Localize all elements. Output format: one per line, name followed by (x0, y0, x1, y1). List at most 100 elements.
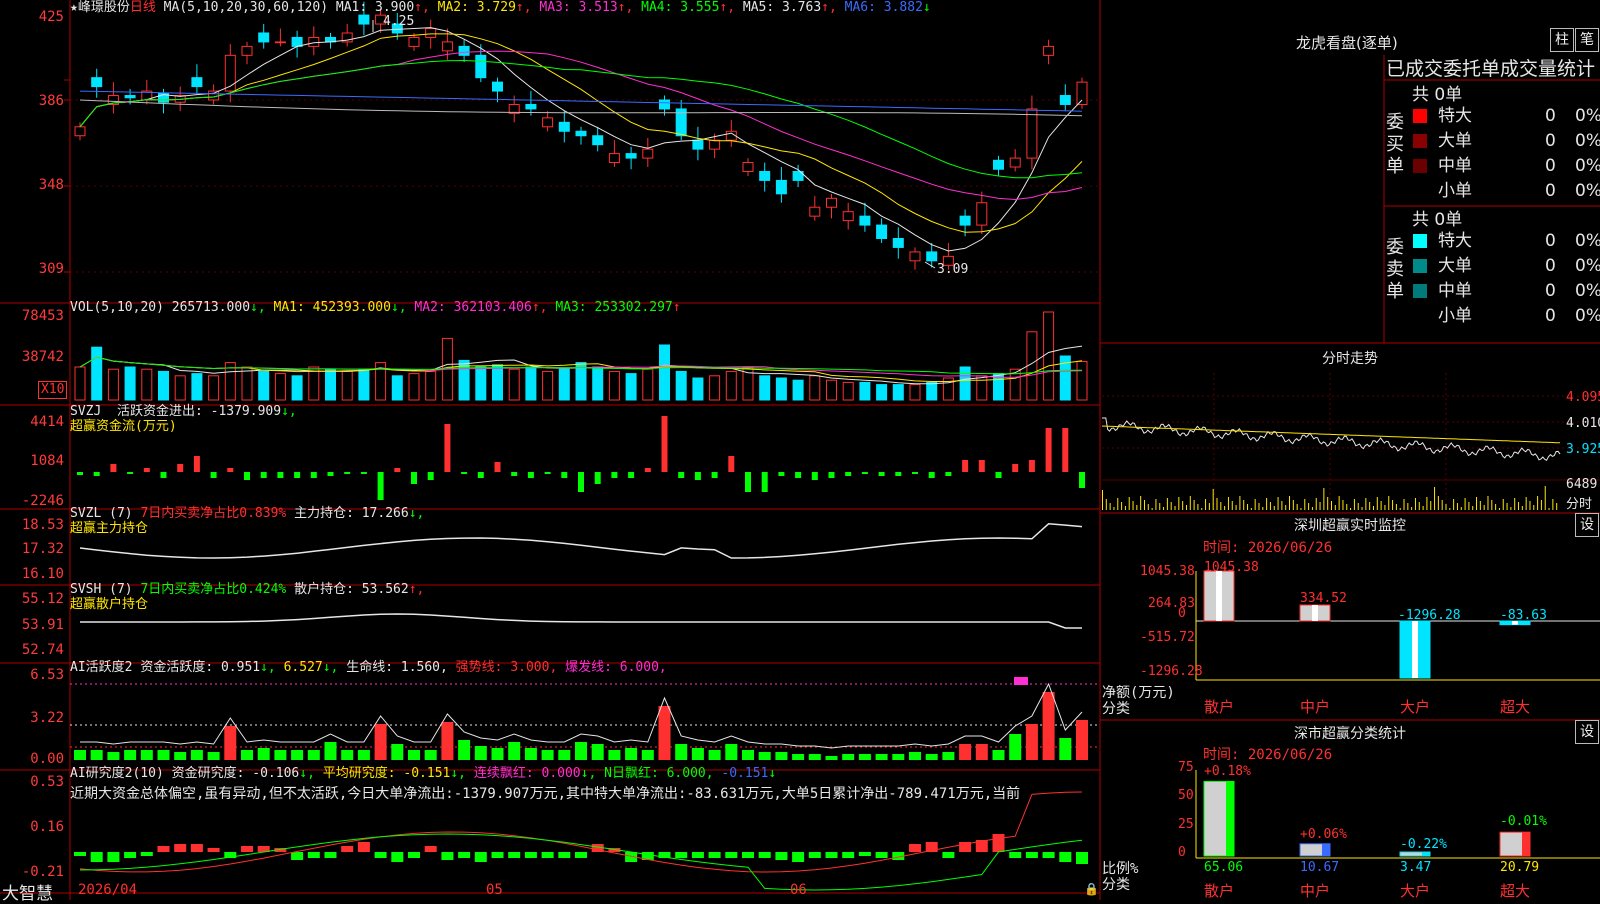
volume-bar (74, 366, 86, 401)
intraday-volume-bar (1483, 505, 1485, 510)
volume-bar (792, 379, 804, 401)
research-bar (992, 834, 1005, 852)
activity-bar (558, 750, 571, 760)
svzl-subtitle: 超赢主力持仓 (70, 521, 149, 536)
sell-row-pct: 0% (1575, 231, 1600, 251)
capital-flow-bar (511, 472, 518, 476)
ma-indicator: MA3: 3.513 (531, 0, 618, 15)
period-label[interactable]: 日线 (130, 0, 156, 15)
activity-bar (641, 750, 654, 760)
intraday-volume-bar (1441, 500, 1443, 510)
candle-body (558, 121, 570, 132)
sell-side-label: 委卖单 (1386, 237, 1404, 302)
capital-flow-bar (912, 472, 918, 474)
research-bar (90, 852, 103, 862)
volume-bar (124, 366, 136, 401)
ai-extra-value: -0.151 (721, 766, 769, 781)
buy-row-count: 0 (1545, 181, 1556, 201)
volume-bar (909, 384, 921, 401)
intraday-volume-bar (1525, 497, 1527, 510)
candle-body (208, 90, 220, 101)
volume-bar (892, 384, 904, 401)
intraday-volume-bar (1430, 501, 1432, 510)
intraday-volume-bar (1136, 505, 1138, 510)
intraday-volume-bar (1143, 500, 1145, 510)
research-bar (408, 852, 420, 858)
candle-body (976, 202, 988, 226)
intraday-volume-bar (1185, 505, 1187, 510)
candle-body (308, 36, 320, 47)
intraday-volume-bar (1170, 502, 1172, 510)
intraday-volume-bar (1277, 497, 1279, 510)
intraday-volume-bar (1121, 502, 1123, 510)
capital-flow-bar (828, 472, 835, 478)
svsh-net: 7日内买卖净占比0.424% (140, 582, 287, 597)
vol-unit-badge[interactable]: X10 (38, 381, 68, 399)
capital-flow-bar (594, 472, 601, 484)
research-bar (508, 852, 521, 858)
intraday-volume-bar (1506, 503, 1508, 510)
class-change-label: -0.01% (1500, 814, 1547, 829)
intraday-y-tick: 4.095 (1566, 390, 1600, 405)
sz-class-settings-button[interactable]: 设 (1575, 720, 1599, 744)
research-line-red (79, 791, 1083, 873)
y-tick: 0.16 (30, 819, 64, 835)
capital-flow-bar (711, 472, 718, 478)
intraday-volume-bar (1487, 496, 1489, 510)
monitor-y-tick: -1296.28 (1140, 664, 1203, 679)
intraday-volume-bar (1403, 499, 1405, 510)
class-change-label: +0.06% (1300, 827, 1347, 842)
pen-mode-button[interactable]: 笔 (1575, 28, 1599, 52)
capital-flow-bar (795, 472, 802, 478)
buy-row-pct: 0% (1575, 156, 1600, 176)
volume-bar (558, 368, 570, 401)
date-label: 06 (790, 882, 807, 898)
class-bar-accent (1422, 852, 1430, 856)
capital-flow-bar (193, 456, 200, 472)
research-bar (1059, 852, 1072, 862)
activity-bar (575, 742, 587, 760)
candle-body (1059, 95, 1071, 105)
research-bar (1076, 852, 1088, 864)
y-tick: 0.00 (30, 751, 64, 767)
buy-row-name: 大单 (1438, 131, 1472, 151)
capital-flow-bar (895, 472, 902, 476)
vol-ma2: 362103.406 (453, 300, 532, 315)
lock-icon[interactable]: 🔒 (1084, 882, 1099, 896)
intraday-volume-bar (1327, 497, 1329, 510)
candle-body (959, 215, 971, 226)
candle-body (1009, 157, 1021, 168)
intraday-volume-bar (1212, 489, 1214, 510)
intraday-volume-bar (1205, 499, 1207, 510)
candle-body (1076, 81, 1088, 105)
sz-monitor-settings-button[interactable]: 设 (1575, 513, 1599, 537)
activity-bar (758, 752, 771, 760)
research-bar (474, 852, 487, 862)
intraday-volume-bar (1537, 496, 1539, 510)
high-price-label: 4.25 (383, 14, 415, 29)
activity-bar (341, 750, 354, 760)
volume-bar (492, 364, 503, 401)
candle-body (408, 36, 420, 47)
intraday-volume-bar (1247, 504, 1249, 510)
capital-flow-bar (160, 472, 167, 478)
research-bar (174, 844, 187, 852)
sell-row-name: 大单 (1438, 256, 1472, 276)
research-bar (909, 844, 921, 852)
svzj-label: 活跃资金进出: (116, 404, 203, 419)
ai-avg-value: -0.151 (403, 766, 451, 781)
y-tick: -2246 (21, 493, 64, 509)
stock-name[interactable]: ★峰璟股份 (70, 0, 130, 15)
research-bar (391, 852, 404, 862)
monitor-category-label: 大户 (1400, 698, 1431, 716)
vol-ma1: 452393.000 (312, 300, 391, 315)
buy-row-name: 特大 (1438, 106, 1472, 126)
main-chart-canvas[interactable] (0, 0, 1600, 900)
monitor-value-label: 334.52 (1300, 591, 1347, 606)
bar-mode-button[interactable]: 柱 (1550, 28, 1574, 52)
capital-flow-bar (644, 468, 651, 472)
activity-bar (842, 754, 855, 760)
activity-bar (708, 750, 721, 760)
activity-bar (775, 752, 788, 760)
research-bar (1009, 852, 1022, 858)
